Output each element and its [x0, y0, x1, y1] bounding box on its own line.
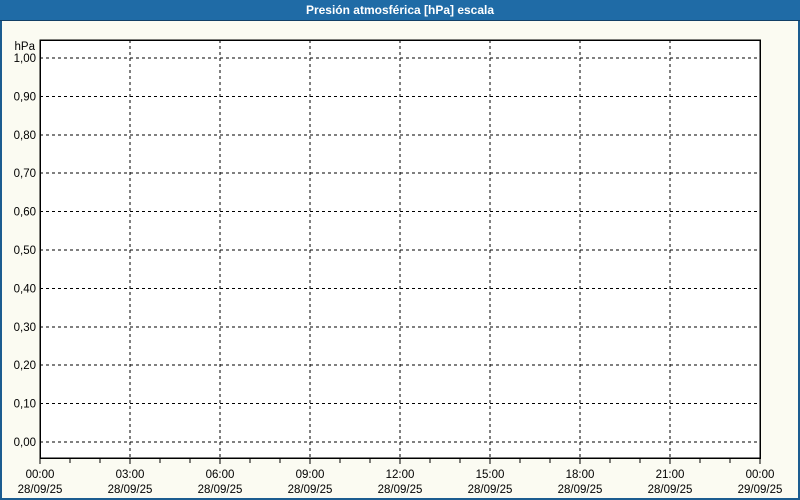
- weather-chart-panel: Presión atmosférica [hPa] escala hPa1,00…: [0, 0, 800, 500]
- y-tick-label: 0,60: [14, 207, 36, 219]
- y-tick-label: 0,90: [14, 91, 36, 103]
- y-tick-label: 0,50: [14, 245, 36, 257]
- x-tick-time-label: 00:00: [746, 469, 775, 481]
- y-tick-label: 0,00: [14, 437, 36, 449]
- x-tick-time-label: 09:00: [296, 469, 325, 481]
- x-tick-time-label: 06:00: [206, 469, 235, 481]
- y-tick-label: 0,80: [14, 130, 36, 142]
- x-tick-date-label: 28/09/25: [378, 484, 423, 496]
- x-tick-date-label: 28/09/25: [558, 484, 603, 496]
- y-tick-label: 1,00: [14, 53, 36, 65]
- y-tick-label: 0,30: [14, 322, 36, 334]
- x-tick-date-label: 29/09/25: [738, 484, 783, 496]
- x-tick-time-label: 21:00: [656, 469, 685, 481]
- x-tick-date-label: 28/09/25: [468, 484, 513, 496]
- x-tick-date-label: 28/09/25: [18, 484, 63, 496]
- x-tick-date-label: 28/09/25: [108, 484, 153, 496]
- x-tick-date-label: 28/09/25: [198, 484, 243, 496]
- x-tick-time-label: 00:00: [26, 469, 55, 481]
- x-tick-time-label: 03:00: [116, 469, 145, 481]
- x-tick-time-label: 15:00: [476, 469, 505, 481]
- y-tick-label: 0,20: [14, 360, 36, 372]
- x-tick-time-label: 12:00: [386, 469, 415, 481]
- y-tick-label: 0,40: [14, 283, 36, 295]
- x-tick-date-label: 28/09/25: [648, 484, 693, 496]
- x-tick-date-label: 28/09/25: [288, 484, 333, 496]
- x-tick-time-label: 18:00: [566, 469, 595, 481]
- y-axis-unit-label: hPa: [15, 41, 36, 53]
- pressure-chart-svg: hPa1,00 0,90 0,80 0,70 0,60 0,50 0,40 0,30 0,20 0…: [0, 0, 800, 500]
- chart-title-bar: Presión atmosférica [hPa] escala: [0, 0, 800, 21]
- y-tick-label: 0,10: [14, 399, 36, 411]
- y-tick-label: 0,70: [14, 168, 36, 180]
- chart-title: Presión atmosférica [hPa] escala: [306, 3, 494, 17]
